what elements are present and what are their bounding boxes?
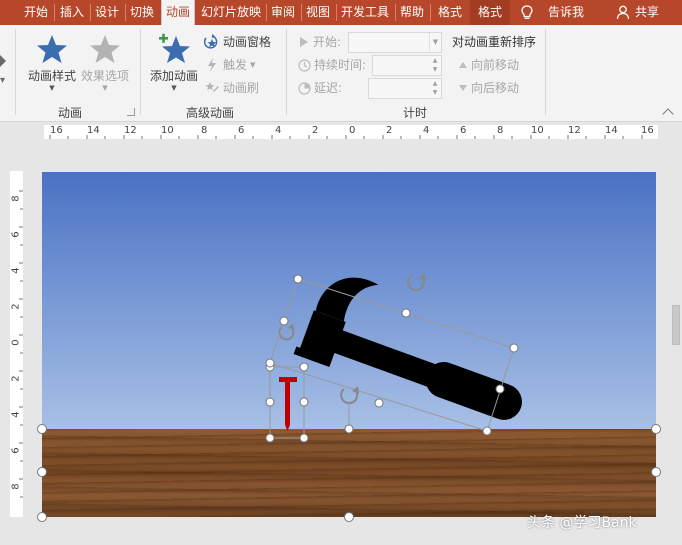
tab-home[interactable]: 开始: [20, 0, 52, 25]
group-label-animation: 动画: [57, 106, 82, 120]
ruler-label: 2: [312, 125, 319, 136]
tab-design[interactable]: 设计: [91, 0, 123, 25]
effect-options-button[interactable]: 效果选项 ▼: [80, 33, 130, 92]
group-label-advanced-animation: 高级动画: [185, 106, 234, 120]
tab-format-contextual[interactable]: 格式: [470, 0, 510, 25]
trigger-button[interactable]: 触发 ▼: [204, 55, 255, 75]
start-select[interactable]: ▼: [348, 32, 442, 53]
lightning-icon: [208, 58, 216, 72]
tell-me-search[interactable]: 告诉我: [538, 0, 594, 25]
slide-shapes: [37, 273, 661, 522]
ruler-label: 10: [531, 125, 544, 136]
tab-insert[interactable]: 插入: [56, 0, 88, 25]
add-animation-button[interactable]: 添加动画 ▼: [146, 33, 202, 92]
tab-help[interactable]: 帮助: [396, 0, 428, 25]
group-separator: [15, 29, 16, 115]
animation-painter-button[interactable]: 动画刷: [204, 78, 259, 98]
ruler-label: 14: [605, 125, 618, 136]
delay-clock-icon: [298, 81, 311, 95]
clock-icon: [298, 58, 311, 72]
ruler-label: 6: [10, 447, 22, 454]
chevron-down-icon: ▼: [250, 61, 256, 69]
ruler-label: 8: [497, 125, 504, 136]
add-star-icon: [159, 33, 190, 63]
tab-slideshow[interactable]: 幻灯片放映: [198, 0, 264, 25]
ruler-label: 16: [50, 125, 63, 136]
preview-fragment[interactable]: ▾: [0, 31, 8, 91]
svg-text:▾: ▾: [0, 75, 5, 86]
ruler-label: 4: [10, 267, 22, 274]
ruler-label: 6: [10, 231, 22, 238]
vertical-ruler: 8 6 4 2 0 2 4 6 8: [10, 171, 23, 517]
ribbon-panel: ▾ 动画样式 ▼ 效果选项 ▼ 动画 添加动画 ▼ 动画窗格 触发 ▼ 动画刷 …: [0, 25, 682, 122]
animation-pane-icon: [204, 34, 218, 49]
ruler-label: 2: [10, 303, 22, 310]
rotation-handle[interactable]: [340, 386, 359, 434]
group-label-timing: 计时: [402, 106, 427, 120]
move-later-button[interactable]: 向后移动: [458, 78, 519, 98]
triangle-down-icon: [459, 85, 467, 91]
move-earlier-button[interactable]: 向前移动: [458, 55, 519, 75]
ruler-label: 0: [349, 125, 356, 136]
tab-view[interactable]: 视图: [302, 0, 334, 25]
group-separator: [286, 29, 287, 115]
group-separator: [140, 29, 141, 115]
spinner-icon: ▲ ▼: [432, 80, 438, 96]
wood-selection-handles[interactable]: [37, 424, 661, 522]
delay-label: 延迟:: [298, 78, 342, 98]
delay-input[interactable]: ▲ ▼: [368, 78, 442, 99]
star-disabled-icon: [90, 35, 120, 63]
chevron-down-icon: ▼: [171, 84, 177, 92]
tab-transitions[interactable]: 切换: [126, 0, 158, 25]
slide-canvas[interactable]: [37, 172, 661, 522]
animation-styles-button[interactable]: 动画样式 ▼: [24, 33, 80, 92]
ruler-label: 16: [641, 125, 654, 136]
share-person-icon: [616, 5, 630, 20]
ruler-label: 10: [161, 125, 174, 136]
ruler-label: 12: [568, 125, 581, 136]
watermark-text: 头条 @学习Bank: [527, 515, 637, 531]
chevron-down-icon: ▼: [102, 84, 108, 92]
ruler-label: 6: [238, 125, 245, 136]
tab-review[interactable]: 审阅: [267, 0, 299, 25]
triangle-up-icon: [459, 62, 467, 68]
reorder-heading: 对动画重新排序: [452, 35, 537, 49]
tab-animations[interactable]: 动画: [161, 0, 195, 27]
tab-separator: [430, 4, 431, 21]
ruler-label: 6: [460, 125, 467, 136]
lightbulb-icon: [521, 5, 533, 19]
dialog-launcher-icon[interactable]: [127, 108, 135, 116]
ribbon-tab-bar: 开始 插入 设计 切换 动画 幻灯片放映 审阅 视图 开发工具 帮助 格式 格式…: [0, 0, 682, 27]
ruler-label: 4: [423, 125, 430, 136]
ruler-label: 2: [386, 125, 393, 136]
chevron-down-icon: ▼: [49, 84, 55, 92]
spinner-icon: ▲ ▼: [432, 57, 438, 73]
animation-painter-icon: [205, 82, 219, 92]
group-separator: [545, 29, 546, 115]
ruler-label: 8: [10, 195, 22, 202]
ruler-label: 12: [124, 125, 137, 136]
ruler-label: 8: [201, 125, 208, 136]
share-button[interactable]: 共享: [632, 0, 662, 25]
ruler-label: 4: [10, 411, 22, 418]
chevron-down-icon: ▼: [429, 33, 441, 52]
nail-shape[interactable]: [279, 377, 297, 431]
star-icon: [37, 35, 67, 63]
ruler-label: 4: [275, 125, 282, 136]
ruler-label: 0: [10, 339, 22, 346]
duration-label: 持续时间:: [298, 55, 366, 75]
play-icon: [300, 37, 308, 47]
animation-pane-button[interactable]: 动画窗格: [204, 32, 271, 52]
tab-separator: [54, 4, 55, 21]
ruler-label: 8: [10, 483, 22, 490]
tab-format[interactable]: 格式: [432, 0, 468, 25]
start-label: 开始:: [298, 32, 341, 52]
tab-developer[interactable]: 开发工具: [337, 0, 393, 25]
ruler-label: 2: [10, 375, 22, 382]
ruler-label: 14: [87, 125, 100, 136]
horizontal-ruler: 16 14 12 10 8 6 4 2 0 2 4 6 8 10 12 14 1…: [44, 125, 658, 139]
duration-input[interactable]: ▲ ▼: [372, 55, 442, 76]
vertical-scrollbar-thumb[interactable]: [672, 305, 680, 345]
